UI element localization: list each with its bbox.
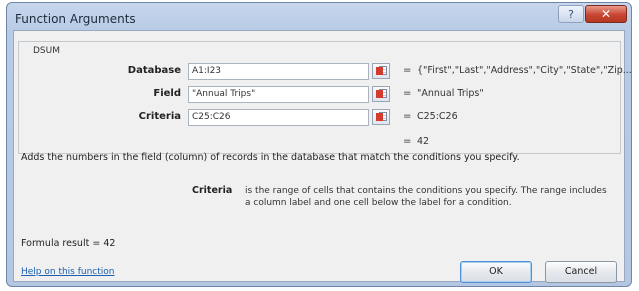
title-bar[interactable]: Function Arguments ? ✕ — [7, 3, 631, 31]
function-arguments-dialog: Function Arguments ? ✕ DSUM Database A1:… — [6, 2, 632, 287]
argument-help-name: Criteria — [192, 185, 233, 196]
function-result: 42 — [417, 136, 430, 147]
field-input[interactable]: "Annual Trips" — [188, 86, 369, 103]
formula-result-label: Formula result = — [21, 238, 101, 249]
database-input[interactable]: A1:I23 — [188, 63, 369, 80]
help-button[interactable]: ? — [558, 5, 584, 23]
field-range-selector-button[interactable] — [372, 86, 390, 102]
range-selector-arrow-icon — [376, 113, 383, 121]
criteria-input[interactable]: C25:C26 — [188, 109, 369, 126]
field-result: "Annual Trips" — [417, 88, 484, 99]
range-selector-arrow-icon — [376, 67, 383, 75]
criteria-label: Criteria — [138, 111, 181, 122]
field-equals: = — [403, 88, 412, 99]
function-description: Adds the numbers in the field (column) o… — [21, 152, 520, 163]
dialog-body: DSUM Database A1:I23 = {"First","Last","… — [13, 30, 632, 283]
help-on-function-link[interactable]: Help on this function — [21, 267, 115, 277]
database-equals: = — [403, 65, 412, 76]
function-name: DSUM — [31, 46, 62, 56]
ok-button[interactable]: OK — [460, 261, 532, 283]
formula-result: Formula result = 42 — [21, 238, 115, 249]
dialog-title: Function Arguments — [15, 12, 136, 26]
criteria-range-selector-button[interactable] — [372, 109, 390, 125]
arguments-group: DSUM Database A1:I23 = {"First","Last","… — [18, 41, 632, 154]
criteria-result: C25:C26 — [417, 111, 458, 122]
range-selector-arrow-icon — [376, 90, 383, 98]
field-label: Field — [153, 88, 181, 99]
database-label: Database — [127, 65, 181, 76]
formula-result-value: 42 — [103, 238, 116, 249]
close-button[interactable]: ✕ — [585, 5, 627, 23]
database-result: {"First","Last","Address","City","State"… — [417, 65, 632, 76]
argument-help-text: is the range of cells that contains the … — [245, 186, 607, 208]
criteria-equals: = — [403, 111, 412, 122]
cancel-button[interactable]: Cancel — [545, 261, 617, 283]
function-result-equals: = — [403, 136, 412, 147]
database-range-selector-button[interactable] — [372, 63, 390, 79]
